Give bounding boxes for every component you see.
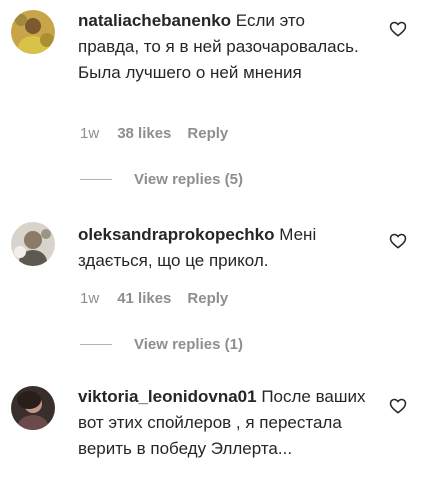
heart-outline-icon[interactable] (389, 397, 407, 415)
comment-username[interactable]: nataliachebanenko (78, 11, 231, 30)
avatar[interactable] (11, 10, 55, 54)
comment-time: 1w (80, 125, 100, 142)
reply-button[interactable]: Reply (187, 290, 228, 307)
comment-likes[interactable]: 38 likes (117, 125, 171, 142)
avatar[interactable] (11, 386, 55, 430)
divider-line (80, 344, 112, 345)
view-replies-button[interactable]: View replies (5) (80, 171, 243, 188)
avatar-image (11, 222, 55, 266)
comment-username[interactable]: oleksandraprokopechko (78, 225, 275, 244)
heart-outline-icon[interactable] (389, 20, 407, 38)
comment-text: oleksandraprokopechko Мені здається, що … (78, 222, 368, 274)
heart-outline-icon[interactable] (389, 232, 407, 250)
comment-meta: 1w 38 likes Reply (80, 125, 228, 142)
avatar[interactable] (11, 222, 55, 266)
divider-line (80, 179, 112, 180)
comment-text: viktoria_leonidovna01 После ваших вот эт… (78, 384, 368, 462)
view-replies-label: View replies (5) (134, 171, 243, 188)
view-replies-label: View replies (1) (134, 336, 243, 353)
reply-button[interactable]: Reply (187, 125, 228, 142)
avatar-image (11, 10, 55, 54)
comment-likes[interactable]: 41 likes (117, 290, 171, 307)
comment-username[interactable]: viktoria_leonidovna01 (78, 387, 257, 406)
comment-meta: 1w 41 likes Reply (80, 290, 228, 307)
view-replies-button[interactable]: View replies (1) (80, 336, 243, 353)
avatar-image (11, 386, 55, 430)
comment-text: nataliachebanenko Если это правда, то я … (78, 8, 368, 86)
comment-time: 1w (80, 290, 100, 307)
